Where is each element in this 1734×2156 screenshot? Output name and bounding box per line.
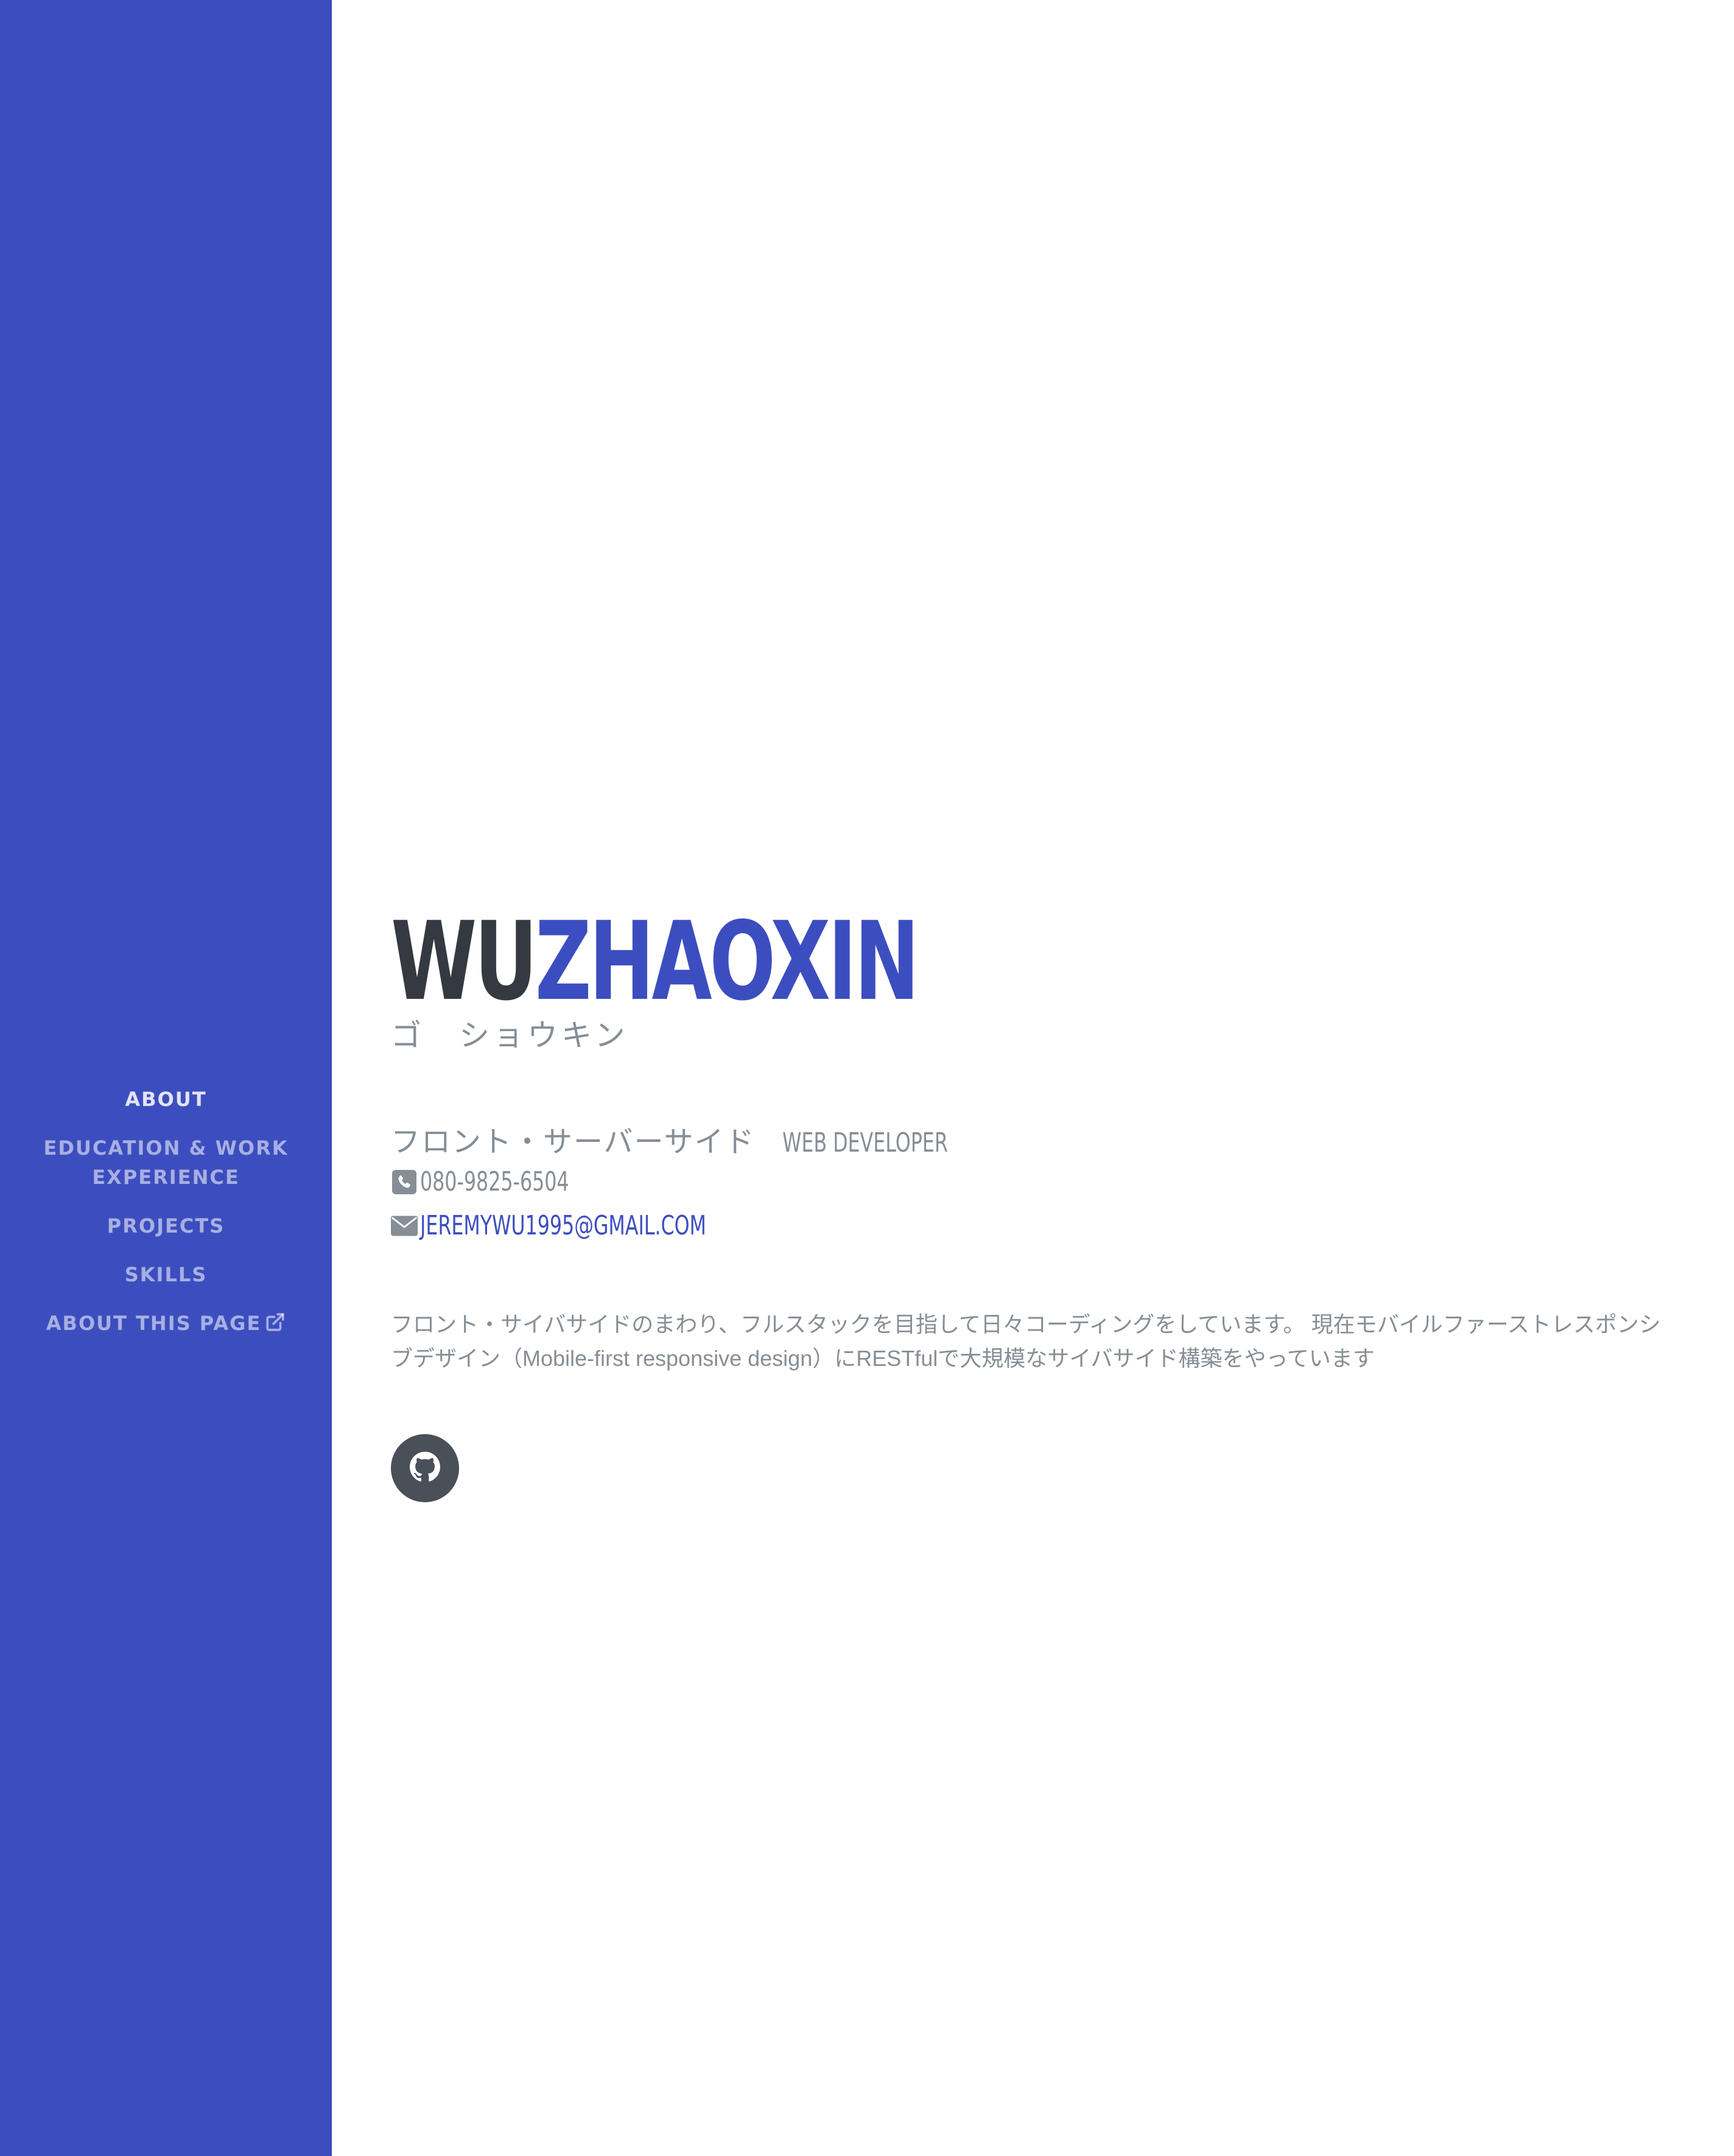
intro-paragraph: フロント・サイバサイドのまわり、フルスタックを目指して日々コーディングをしていま… [391, 1312, 1661, 1371]
nav-item-experience-label: Experience [92, 1166, 240, 1189]
external-link-icon [265, 1311, 286, 1340]
envelope-icon [391, 1213, 418, 1239]
email-link[interactable]: jeremywu1995@gmail.com [420, 1208, 706, 1244]
role-subheading: フロント・サーバーサイド WEB DEVELOPER [391, 1118, 1012, 1160]
github-button[interactable] [391, 1434, 459, 1502]
name-kana: ゴ ショウキン [391, 1018, 629, 1052]
role-jp: フロント・サーバーサイド [391, 1126, 756, 1158]
sidebar: About Education & Work Experience Project… [0, 0, 332, 2156]
page-title: WUZHAOXIN [391, 895, 920, 1029]
nav-item-projects-label: Projects [107, 1214, 225, 1237]
role-en: WEB DEVELOPER [782, 1127, 948, 1158]
nav-item-education-label: Education & Work [43, 1136, 289, 1160]
nav-item-about-this-page[interactable]: About this page [0, 1309, 332, 1340]
sidebar-nav: About Education & Work Experience Project… [0, 1085, 332, 1360]
nav-item-skills[interactable]: Skills [0, 1260, 332, 1289]
phone-line: 080-9825-6504 [391, 1164, 627, 1200]
github-icon [410, 1451, 440, 1485]
nav-item-about-this-page-label: About this page [46, 1312, 262, 1335]
first-name: WU [391, 898, 538, 1024]
last-name: ZHAOXIN [535, 898, 920, 1024]
nav-item-education-work-experience[interactable]: Education & Work Experience [0, 1133, 332, 1192]
nav-item-projects[interactable]: Projects [0, 1211, 332, 1241]
nav-item-about[interactable]: About [0, 1085, 332, 1114]
nav-item-about-label: About [125, 1088, 207, 1111]
phone-icon [391, 1169, 418, 1195]
email-line: jeremywu1995@gmail.com [391, 1208, 818, 1244]
nav-item-skills-label: Skills [124, 1263, 208, 1286]
phone-number: 080-9825-6504 [420, 1166, 569, 1197]
